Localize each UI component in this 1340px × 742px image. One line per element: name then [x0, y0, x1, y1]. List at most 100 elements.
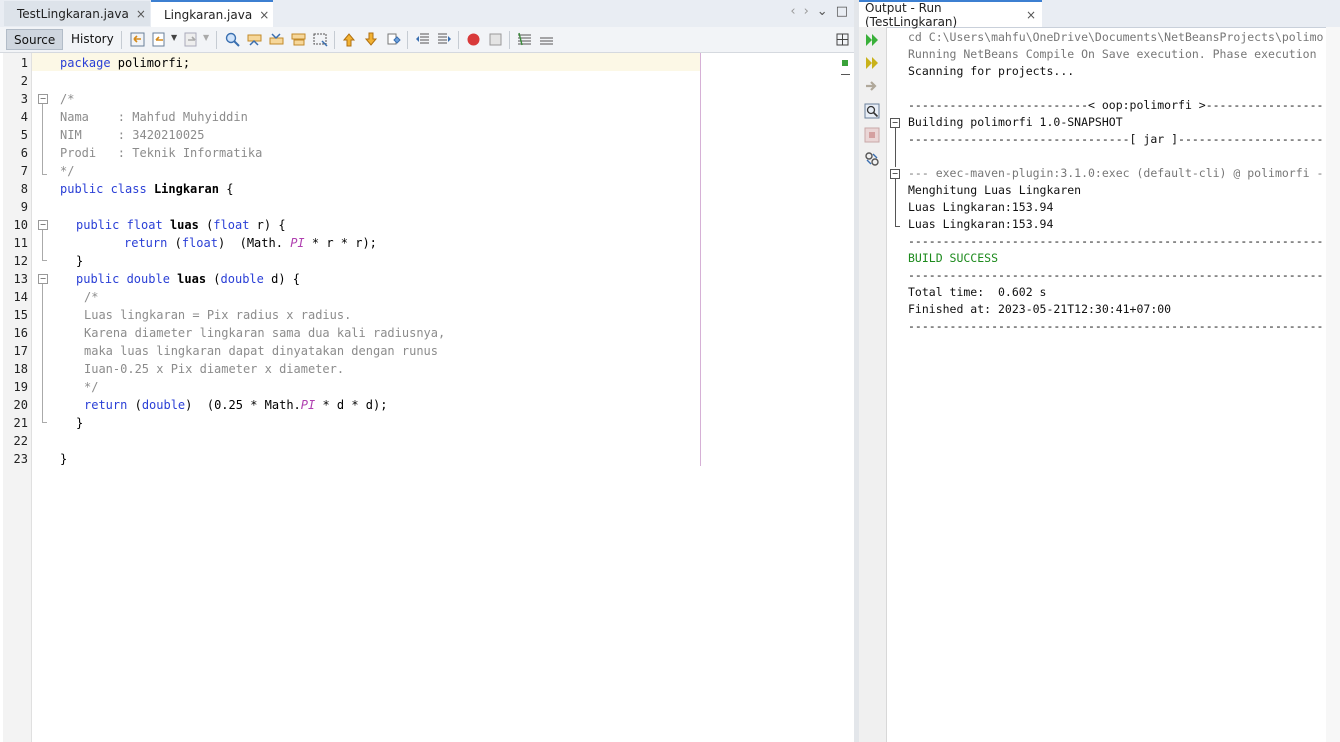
tab-label: TestLingkaran.java	[17, 6, 129, 21]
code-line-1: package polimorfi;	[60, 54, 190, 72]
collapse-fold-icon[interactable]: −	[38, 94, 48, 104]
code-text: d) {	[263, 272, 300, 286]
code-line-17: maka luas lingkaran dapat dinyatakan den…	[84, 344, 439, 358]
output-action-bar	[859, 27, 887, 742]
back-icon[interactable]	[152, 32, 167, 47]
code-line-16: Karena diameter lingkaran sama dua kali …	[84, 326, 446, 340]
output-line: Menghitung Luas Lingkaren	[908, 183, 1082, 197]
code-text: (	[198, 218, 214, 232]
output-line: Luas Lingkaran:153.94	[908, 217, 1054, 231]
keyword: return	[124, 236, 168, 250]
tab-lingkaran[interactable]: J Lingkaran.java ×	[151, 0, 273, 27]
line-number: 14	[13, 290, 28, 304]
forward-icon[interactable]	[184, 32, 199, 47]
code-text: {	[218, 182, 234, 196]
fold-guide	[42, 230, 43, 260]
find-previous-icon[interactable]	[247, 32, 262, 47]
source-tab[interactable]: Source	[6, 29, 64, 50]
code-line-18: Iuan-0.25 x Pix diameter x diameter.	[84, 362, 345, 376]
output-line: BUILD SUCCESS	[908, 251, 999, 265]
close-icon[interactable]: ×	[1026, 8, 1036, 22]
line-number: 20	[13, 398, 28, 412]
code-text: (	[167, 236, 182, 250]
code-line-8: public class Lingkaran {	[60, 180, 233, 198]
line-number: 2	[20, 74, 28, 88]
search-output-icon[interactable]	[864, 103, 880, 119]
show-opened-documents-icon[interactable]: ⌄	[817, 4, 828, 19]
caret-position-marker	[841, 74, 850, 75]
code-line-4: Nama : Mahfud Muhyiddin	[60, 110, 248, 124]
collapse-fold-icon[interactable]: −	[38, 220, 48, 230]
shift-right-icon[interactable]	[437, 32, 452, 47]
line-number-gutter: 1 2 3 4 5 6 7 8 9 10 11 12 13 14 15 16 1…	[3, 53, 32, 742]
collapse-fold-icon[interactable]: −	[38, 274, 48, 284]
code-text: r) {	[249, 218, 286, 232]
split-editor-icon[interactable]	[835, 32, 850, 47]
code-line-3: /*	[60, 92, 75, 106]
collapse-fold-icon[interactable]: −	[890, 169, 900, 179]
fold-guide	[42, 422, 47, 423]
error-stripe	[838, 53, 852, 742]
scroll-tabs-left-icon[interactable]: ‹	[790, 4, 795, 19]
no-errors-indicator[interactable]	[842, 60, 848, 66]
chevron-down-icon[interactable]: ▼	[203, 33, 209, 42]
code-text: polimorfi;	[110, 56, 191, 70]
code-line-5: NIM : 3420210025	[60, 128, 205, 142]
next-bookmark-icon[interactable]	[364, 32, 379, 47]
line-number: 13	[13, 272, 28, 286]
output-line: Luas Lingkaran:153.94	[908, 200, 1054, 214]
code-text: ) (0.25 * Math.	[185, 398, 301, 412]
last-edit-icon[interactable]	[130, 32, 145, 47]
uncomment-icon[interactable]	[539, 32, 554, 47]
find-icon[interactable]	[225, 32, 240, 47]
toggle-highlight-icon[interactable]	[313, 32, 328, 47]
comment-icon[interactable]	[517, 32, 532, 47]
code-line-13: public double luas (double d) {	[76, 270, 300, 288]
toggle-bookmark-icon[interactable]	[386, 32, 401, 47]
rerun-with-parameters-icon[interactable]	[864, 55, 880, 71]
vertical-scrollbar[interactable]	[1326, 27, 1340, 742]
tab-output-run[interactable]: Output - Run (TestLingkaran) ×	[859, 0, 1042, 29]
tab-label: Lingkaran.java	[164, 7, 253, 22]
line-number: 11	[13, 236, 28, 250]
keyword: public class	[60, 182, 147, 196]
find-selection-icon[interactable]	[291, 32, 306, 47]
stop-macro-recording-icon[interactable]	[488, 32, 503, 47]
collapse-fold-icon[interactable]: −	[890, 118, 900, 128]
scroll-tabs-right-icon[interactable]: ›	[804, 4, 809, 19]
tab-testlingkaran[interactable]: J TestLingkaran.java ×	[4, 1, 150, 26]
line-number: 7	[20, 164, 28, 178]
code-text: ) (Math.	[217, 236, 291, 250]
fold-guide	[42, 104, 43, 174]
output-line: --- exec-maven-plugin:3.1.0:exec (defaul…	[908, 166, 1324, 180]
close-icon[interactable]: ×	[136, 7, 146, 21]
keyword: double	[220, 272, 264, 286]
code-line-11: return (float) (Math. PI * r * r);	[124, 234, 377, 252]
tab-label: Output - Run (TestLingkaran)	[865, 0, 958, 29]
code-line-19: */	[84, 380, 99, 394]
fold-guide	[42, 174, 47, 175]
output-line: Scanning for projects...	[908, 64, 1075, 78]
start-macro-recording-icon[interactable]	[466, 32, 481, 47]
keyword: public float	[76, 218, 163, 232]
history-tab[interactable]: History	[64, 29, 121, 50]
fold-guide	[42, 284, 43, 422]
editor-panel: J TestLingkaran.java × J Lingkaran.java …	[0, 0, 854, 742]
code-text: (	[206, 272, 221, 286]
settings-icon[interactable]	[864, 151, 880, 167]
code-line-6: Prodi : Teknik Informatika	[60, 146, 263, 160]
chevron-down-icon[interactable]: ▼	[171, 33, 177, 42]
shift-left-icon[interactable]	[415, 32, 430, 47]
line-number: 12	[13, 254, 28, 268]
resume-arrow-icon[interactable]	[864, 78, 880, 94]
stop-icon[interactable]	[864, 127, 880, 143]
output-line: --------------------------------[ jar ]-…	[908, 132, 1324, 146]
toolbar-separator	[216, 31, 217, 49]
output-tab-bar: Output - Run (TestLingkaran) ×	[859, 0, 1340, 29]
right-margin-line	[700, 53, 701, 466]
find-next-icon[interactable]	[269, 32, 284, 47]
close-icon[interactable]: ×	[259, 8, 269, 22]
maximize-window-icon[interactable]: □	[836, 4, 848, 19]
previous-bookmark-icon[interactable]	[342, 32, 357, 47]
rerun-icon[interactable]	[864, 32, 880, 48]
